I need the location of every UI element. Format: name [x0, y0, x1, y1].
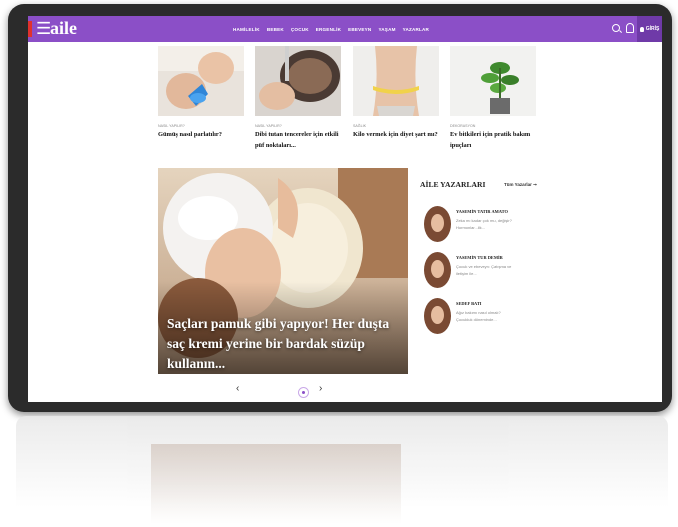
all-writers-link[interactable]: Tüm Yazarlar ➞	[504, 182, 537, 188]
article-card[interactable]: Sağlık Kilo vermek için diyet şart mı?	[353, 46, 439, 140]
article-title[interactable]: Gümüş nasıl parlatılır?	[158, 129, 244, 140]
next-slide-button[interactable]: ›	[319, 383, 322, 394]
login-label: GİRİŞ	[645, 26, 660, 32]
nav-item-bebek[interactable]: BEBEK	[267, 27, 284, 32]
search-icon[interactable]	[612, 24, 620, 32]
writer-item[interactable]: SEDEF BATI Ağız bakımı nasıl olmalı? Çoc…	[424, 298, 534, 336]
slide-indicator-dot[interactable]	[298, 387, 309, 398]
nav-item-ebeveyn[interactable]: EBEVEYN	[348, 27, 371, 32]
tablet-frame: ☰ aile HAMİLELİK BEBEK ÇOCUK ERGENLİK EB…	[8, 4, 672, 412]
hero-slide[interactable]: Saçları pamuk gibi yapıyor! Her duşta sa…	[158, 168, 408, 374]
top-navigation-bar: ☰ aile HAMİLELİK BEBEK ÇOCUK ERGENLİK EB…	[28, 16, 662, 42]
article-card[interactable]: Nasıl Yapılır? Gümüş nasıl parlatılır?	[158, 46, 244, 140]
menu-icon[interactable]: ☰	[36, 18, 51, 40]
avatar[interactable]	[424, 298, 451, 334]
article-card[interactable]: Nasıl Yapılır? Dibi tutan tencereler içi…	[255, 46, 341, 151]
avatar[interactable]	[424, 252, 451, 288]
article-title[interactable]: Ev bitkileri için pratik bakım ipuçları	[450, 129, 536, 151]
writers-heading: AİLE YAZARLARI	[420, 180, 486, 189]
login-button[interactable]: GİRİŞ	[637, 16, 662, 42]
nav-item-yazarlar[interactable]: YAZARLAR	[403, 27, 429, 32]
avatar[interactable]	[424, 206, 451, 242]
writer-name[interactable]: YASEMİN TATIR AMATO	[456, 209, 508, 214]
article-category: Dekorasyon	[450, 124, 476, 128]
writer-item[interactable]: YASEMİN TATIR AMATO Zeka mı kadar çok mu…	[424, 206, 534, 244]
nav-item-ergenlik[interactable]: ERGENLİK	[316, 27, 341, 32]
nav-item-yasam[interactable]: YAŞAM	[378, 27, 395, 32]
article-title[interactable]: Kilo vermek için diyet şart mı?	[353, 129, 439, 140]
article-card[interactable]: Dekorasyon Ev bitkileri için pratik bakı…	[450, 46, 536, 151]
article-thumbnail[interactable]	[353, 46, 439, 116]
logo-accent	[28, 21, 32, 37]
screen: ☰ aile HAMİLELİK BEBEK ÇOCUK ERGENLİK EB…	[28, 16, 662, 402]
reflection-image	[151, 444, 401, 524]
article-thumbnail[interactable]	[255, 46, 341, 116]
writer-article-excerpt[interactable]: Zeka mı kadar çok mu, değişir? Hormonlar…	[456, 217, 518, 231]
article-thumbnail[interactable]	[450, 46, 536, 116]
article-thumbnail[interactable]	[158, 46, 244, 116]
notification-bell-icon[interactable]	[626, 23, 634, 33]
main-nav: HAMİLELİK BEBEK ÇOCUK ERGENLİK EBEVEYN Y…	[233, 16, 429, 42]
writer-article-excerpt[interactable]: Ağız bakımı nasıl olmalı? Çocukluk dönem…	[456, 309, 518, 323]
article-category: Nasıl Yapılır?	[255, 124, 282, 128]
writer-article-excerpt[interactable]: Çocuk ve ebeveyn: Çatışma ve iletişim il…	[456, 263, 518, 277]
nav-item-hamilelik[interactable]: HAMİLELİK	[233, 27, 260, 32]
article-title[interactable]: Dibi tutan tencereler için etkili püf no…	[255, 129, 341, 151]
tablet-reflection	[16, 416, 668, 524]
nav-item-cocuk[interactable]: ÇOCUK	[291, 27, 309, 32]
writer-name[interactable]: YASEMİN TUR DEMİR	[456, 255, 503, 260]
article-category: Sağlık	[353, 124, 366, 128]
site-logo[interactable]: aile	[50, 17, 77, 39]
user-icon	[639, 26, 644, 32]
previous-slide-button[interactable]: ‹	[236, 383, 239, 394]
writer-item[interactable]: YASEMİN TUR DEMİR Çocuk ve ebeveyn: Çatı…	[424, 252, 534, 290]
article-category: Nasıl Yapılır?	[158, 124, 185, 128]
writer-name[interactable]: SEDEF BATI	[456, 301, 482, 306]
hero-title[interactable]: Saçları pamuk gibi yapıyor! Her duşta sa…	[167, 314, 402, 374]
